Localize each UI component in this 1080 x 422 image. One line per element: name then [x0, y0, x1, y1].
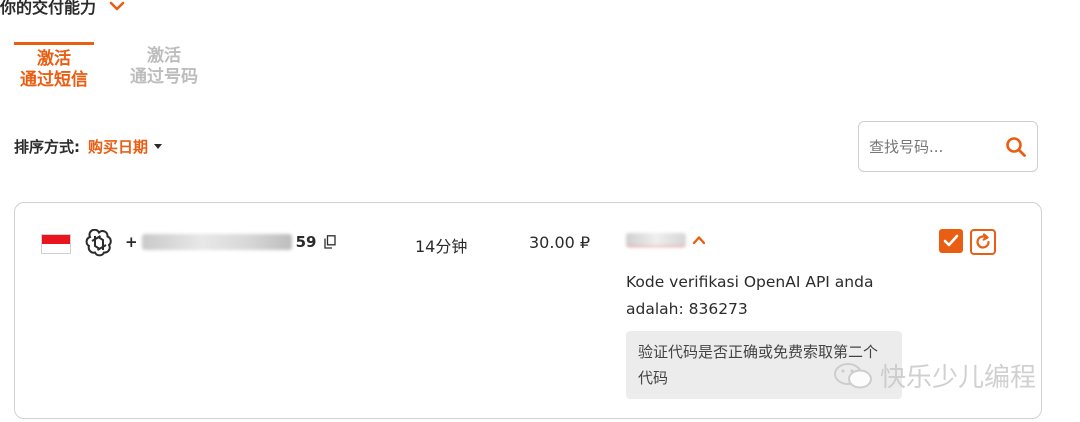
phone-suffix: 59: [295, 233, 317, 251]
sort-dropdown[interactable]: 购买日期: [88, 136, 163, 157]
sms-message: Kode verifikasi OpenAI API anda adalah: …: [626, 273, 874, 318]
watermark-text: 快乐少儿编程: [880, 363, 1037, 393]
tab-label-line1: 激活: [147, 46, 181, 66]
search-icon[interactable]: [1005, 136, 1027, 158]
phone-redacted: [141, 234, 292, 250]
tab-label-line2: 通过短信: [20, 70, 88, 90]
check-icon: [943, 234, 959, 247]
tab-activation-sms[interactable]: 激活 通过短信: [14, 42, 94, 91]
tab-activation-number[interactable]: 激活 通过号码: [124, 42, 204, 91]
tab-label-line2: 通过号码: [130, 67, 198, 87]
tab-label-line1: 激活: [37, 49, 71, 69]
openai-logo-icon: [85, 229, 112, 257]
phone-prefix: +: [125, 233, 138, 251]
price: 30.00 ₽: [529, 233, 591, 252]
refresh-button[interactable]: [970, 229, 996, 255]
caret-down-icon: [154, 144, 163, 149]
wechat-watermark: 快乐少儿编程: [832, 357, 1036, 394]
copy-icon[interactable]: [324, 235, 337, 249]
section-title[interactable]: 你的交付能力: [0, 0, 126, 18]
sort-label: 排序方式:: [14, 138, 80, 156]
activation-tabs: 激活 通过短信 激活 通过号码: [14, 42, 204, 91]
search-box: [858, 121, 1038, 172]
refresh-icon: [976, 233, 990, 249]
sms-code-redacted: [626, 233, 686, 247]
confirm-button[interactable]: [939, 229, 963, 253]
wechat-icon: [834, 362, 872, 388]
phone-number: + 59: [125, 233, 337, 251]
indonesia-flag-icon: [41, 234, 71, 254]
chevron-up-icon[interactable]: [692, 234, 706, 246]
sort-control: 排序方式: 购买日期: [14, 136, 163, 157]
search-input[interactable]: [869, 137, 999, 156]
sms-code-row[interactable]: [626, 233, 706, 247]
duration: 14分钟: [415, 237, 468, 256]
sort-value: 购买日期: [88, 138, 149, 156]
chevron-down-icon[interactable]: [108, 0, 126, 15]
section-title-text: 你的交付能力: [0, 0, 97, 17]
